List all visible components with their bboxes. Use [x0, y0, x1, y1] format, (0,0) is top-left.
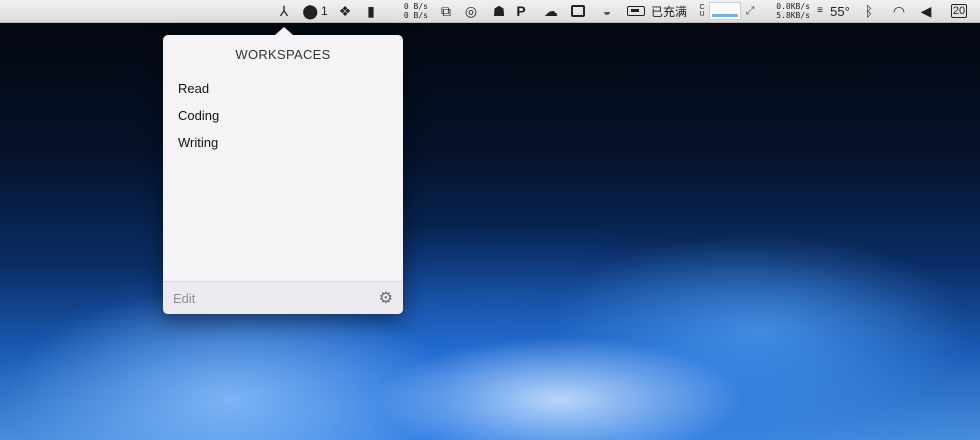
battery-icon[interactable] — [626, 0, 646, 22]
wechat-icon[interactable]: ☁ — [540, 0, 562, 22]
thermometer-icon[interactable]: ≡ — [814, 0, 826, 22]
disk-speed-monitor[interactable]: 0 B/s 0 B/s — [398, 0, 428, 22]
menu-bar: ⅄ ⬤ 1 ❖ ▮ 0 B/s 0 B/s ⧉ ◎ ☗ P ☁ ◒ 已充满 CU… — [0, 0, 980, 23]
workspaces-icon[interactable]: ⅄ — [276, 0, 292, 22]
temperature-reading[interactable]: 55° — [827, 0, 853, 22]
popover-title: WORKSPACES — [235, 47, 331, 62]
workspaces-popover: WORKSPACES Read Coding Writing Edit ⚙ — [163, 27, 403, 314]
volume-icon[interactable]: ◀ — [918, 0, 934, 22]
workspace-item-coding[interactable]: Coding — [163, 106, 403, 133]
speaker-icon[interactable] — [570, 0, 586, 22]
dropbox-icon[interactable]: ❖ — [336, 0, 354, 22]
workspace-item-writing[interactable]: Writing — [163, 133, 403, 160]
person-icon[interactable]: ☗ — [490, 0, 508, 22]
cpu-graph-icon[interactable] — [709, 0, 741, 22]
copy-icon[interactable]: ⧉ — [437, 0, 455, 22]
date-badge: 20 — [950, 4, 968, 18]
calendar-icon[interactable]: 20 — [950, 0, 968, 22]
workspace-list: Read Coding Writing — [163, 79, 403, 160]
battery-status[interactable]: 已充满 — [648, 0, 690, 22]
edit-button[interactable]: Edit — [173, 291, 195, 306]
wifi-icon[interactable]: ◠ — [888, 0, 910, 22]
gear-icon[interactable]: ⚙ — [379, 288, 393, 308]
cpu-label: CU — [699, 4, 705, 18]
popover-arrow — [275, 27, 293, 35]
popover-footer: Edit ⚙ — [163, 281, 403, 314]
download-rate: 0 B/s — [403, 11, 428, 20]
search-chat-icon[interactable]: ◎ — [462, 0, 480, 22]
workspace-item-read[interactable]: Read — [163, 79, 403, 106]
shield-status-item[interactable]: ⬤ 1 — [299, 0, 331, 22]
p-icon[interactable]: P — [514, 0, 528, 22]
upload-rate: 0 B/s — [403, 2, 428, 11]
bowl-icon[interactable]: ◒ — [596, 0, 618, 22]
shield-icon: ⬤ — [302, 3, 318, 19]
bluetooth-icon[interactable]: ᛒ — [862, 0, 876, 22]
arrows-icon[interactable]: ⤢ — [744, 0, 756, 22]
network-speed-monitor[interactable]: 0.0KB/s 5.8KB/s — [766, 0, 810, 22]
audio-bars-icon[interactable]: ▮ — [362, 0, 380, 22]
net-down-rate: 5.8KB/s — [776, 11, 810, 20]
net-up-rate: 0.0KB/s — [776, 2, 810, 11]
notification-count: 1 — [320, 4, 328, 18]
